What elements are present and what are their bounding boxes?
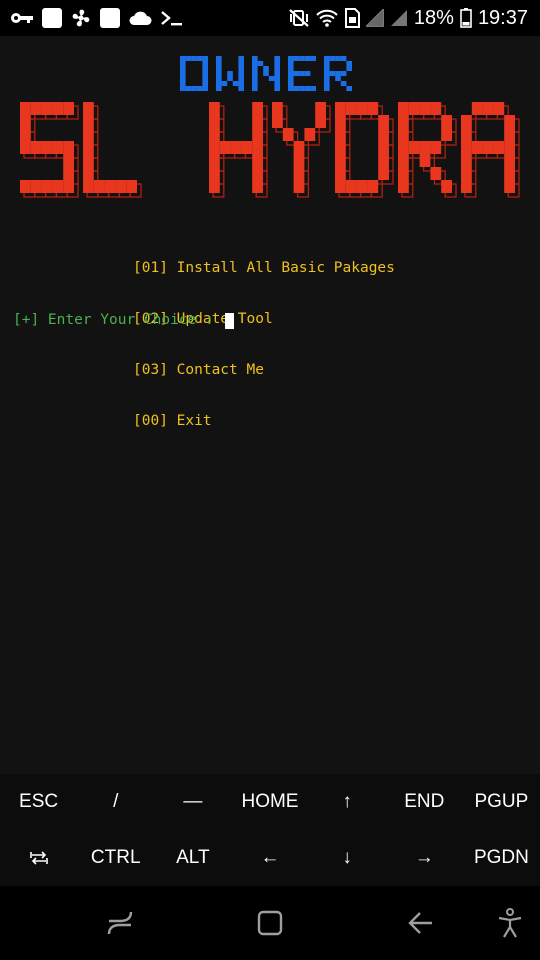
banner-letter: [216, 56, 244, 91]
signal-icon: [365, 9, 384, 27]
prompt-text: [+] Enter Your Choice :: [13, 312, 223, 328]
cloud-icon: [128, 10, 152, 26]
ctrl-key[interactable]: CTRL: [77, 830, 154, 886]
notification-square-icon: [100, 8, 120, 28]
status-bar: 18% 19:37: [0, 0, 540, 36]
dash-key[interactable]: —: [154, 774, 231, 830]
fan-icon: [70, 7, 92, 29]
esc-key[interactable]: ESC: [0, 774, 77, 830]
banner-letter: [252, 56, 280, 91]
banner-letter: [272, 102, 331, 198]
banner-title-text: [20, 102, 520, 198]
banner-letter: [288, 56, 316, 91]
banner-owner-text: [180, 56, 352, 91]
input-prompt[interactable]: [+] Enter Your Choice :: [13, 312, 234, 329]
ascii-banner: [20, 56, 520, 198]
banner-letter: [209, 102, 268, 198]
home-button[interactable]: [230, 886, 310, 960]
pgdn-key[interactable]: PGDN: [463, 830, 540, 886]
banner-letter: [83, 102, 142, 198]
extra-keys-row-1: ESC / — HOME ↑ END PGUP: [0, 774, 540, 830]
menu-item-install[interactable]: [01] Install All Basic Pakages: [133, 260, 395, 277]
banner-letter: [398, 102, 457, 198]
text-cursor: [224, 312, 234, 329]
tab-key[interactable]: [0, 830, 77, 886]
mute-vibrate-icon: [288, 8, 310, 28]
recent-apps-icon: [107, 911, 133, 935]
terminal-icon: [160, 9, 184, 27]
terminal-view[interactable]: [01] Install All Basic Pakages [02] Upda…: [0, 36, 540, 774]
tab-icon: [29, 851, 48, 865]
signal-icon: [390, 9, 408, 27]
down-arrow-key[interactable]: ↓: [309, 830, 386, 886]
home-icon: [257, 910, 283, 936]
battery-icon: [460, 8, 472, 28]
back-button[interactable]: [380, 886, 460, 960]
end-key[interactable]: END: [386, 774, 463, 830]
alt-key[interactable]: ALT: [154, 830, 231, 886]
key-icon: [10, 11, 34, 25]
menu-list: [01] Install All Basic Pakages [02] Upda…: [133, 226, 395, 464]
banner-letter: [20, 102, 79, 198]
accessibility-button[interactable]: [485, 886, 535, 960]
system-icons: 18% 19:37: [288, 0, 528, 36]
extra-keys-row-2: CTRL ALT ← ↓ → PGDN: [0, 830, 540, 886]
navigation-bar: [0, 886, 540, 960]
recent-apps-button[interactable]: [80, 886, 160, 960]
banner-letter: [324, 56, 352, 91]
notification-square-icon: [42, 8, 62, 28]
banner-letter: [180, 56, 208, 91]
home-key[interactable]: HOME: [231, 774, 308, 830]
menu-item-contact[interactable]: [03] Contact Me: [133, 362, 395, 379]
battery-percent: 18%: [413, 6, 454, 29]
menu-item-exit[interactable]: [00] Exit: [133, 413, 395, 430]
right-arrow-key[interactable]: →: [386, 830, 463, 886]
banner-letter: [335, 102, 394, 198]
pgup-key[interactable]: PGUP: [463, 774, 540, 830]
accessibility-icon: [498, 908, 522, 938]
slash-key[interactable]: /: [77, 774, 154, 830]
notification-icons: [10, 0, 184, 36]
back-icon: [408, 912, 432, 934]
extra-keys-bar: ESC / — HOME ↑ END PGUP CTRL ALT ← ↓ → P…: [0, 774, 540, 886]
banner-letter: [461, 102, 520, 198]
sim-icon: [344, 8, 360, 28]
up-arrow-key[interactable]: ↑: [309, 774, 386, 830]
left-arrow-key[interactable]: ←: [231, 830, 308, 886]
clock: 19:37: [477, 6, 528, 29]
wifi-icon: [316, 9, 338, 27]
